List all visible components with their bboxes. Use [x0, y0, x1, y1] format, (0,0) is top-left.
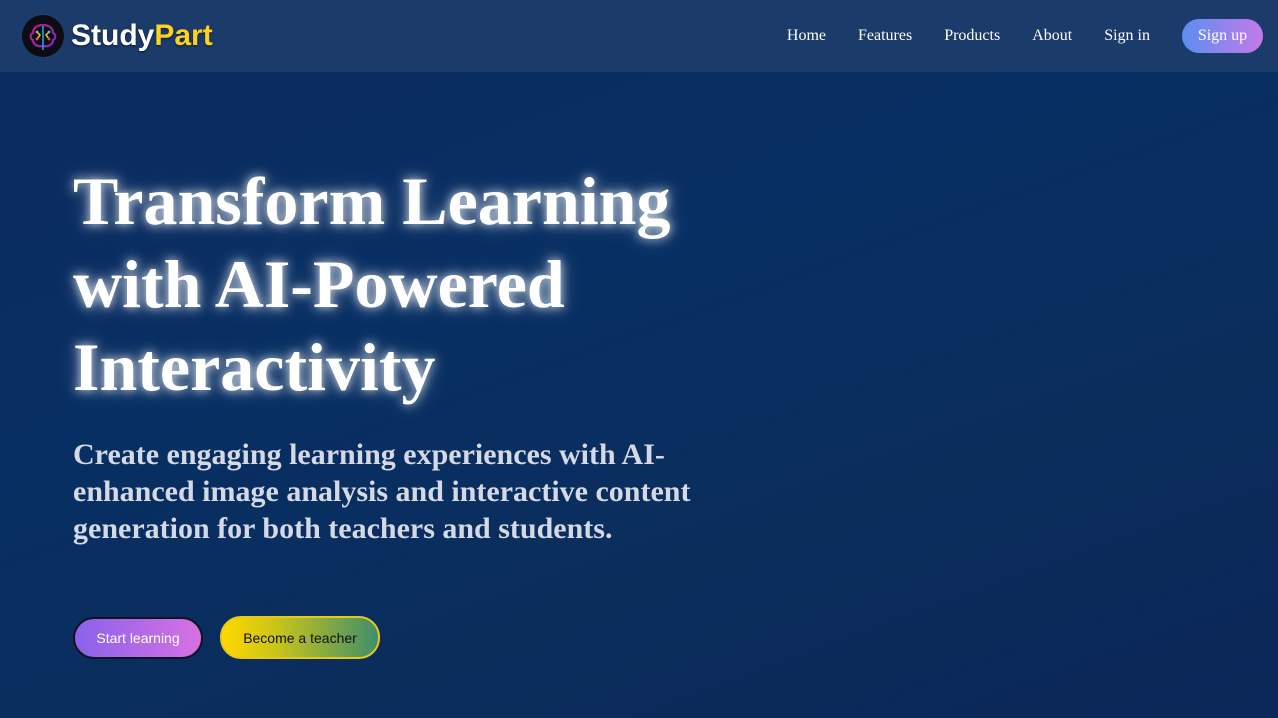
- brand-name-part: Part: [154, 19, 213, 52]
- brand-logo-link[interactable]: StudyPart: [22, 14, 213, 58]
- nav-link-about[interactable]: About: [1032, 27, 1072, 45]
- top-navbar: StudyPart Home Features Products About S…: [0, 0, 1278, 72]
- nav-link-home[interactable]: Home: [787, 27, 826, 45]
- brand-name-study: Study: [71, 19, 155, 52]
- hero-title: Transform Learning with AI-Powered Inter…: [73, 163, 671, 405]
- nav-menu: Home Features Products About Sign in Sig…: [787, 19, 1263, 53]
- hero-subtitle: Create engaging learning experiences wit…: [73, 438, 691, 545]
- sign-up-button[interactable]: Sign up: [1182, 19, 1263, 53]
- become-teacher-button[interactable]: Become a teacher: [220, 616, 380, 659]
- brand-name: StudyPart: [71, 19, 213, 53]
- nav-link-features[interactable]: Features: [858, 27, 912, 45]
- brain-icon: [22, 15, 64, 57]
- start-learning-button[interactable]: Start learning: [73, 616, 203, 659]
- hero-cta-group: Start learning Become a teacher: [73, 616, 380, 659]
- nav-link-sign-in[interactable]: Sign in: [1104, 27, 1150, 45]
- nav-link-products[interactable]: Products: [944, 27, 1000, 45]
